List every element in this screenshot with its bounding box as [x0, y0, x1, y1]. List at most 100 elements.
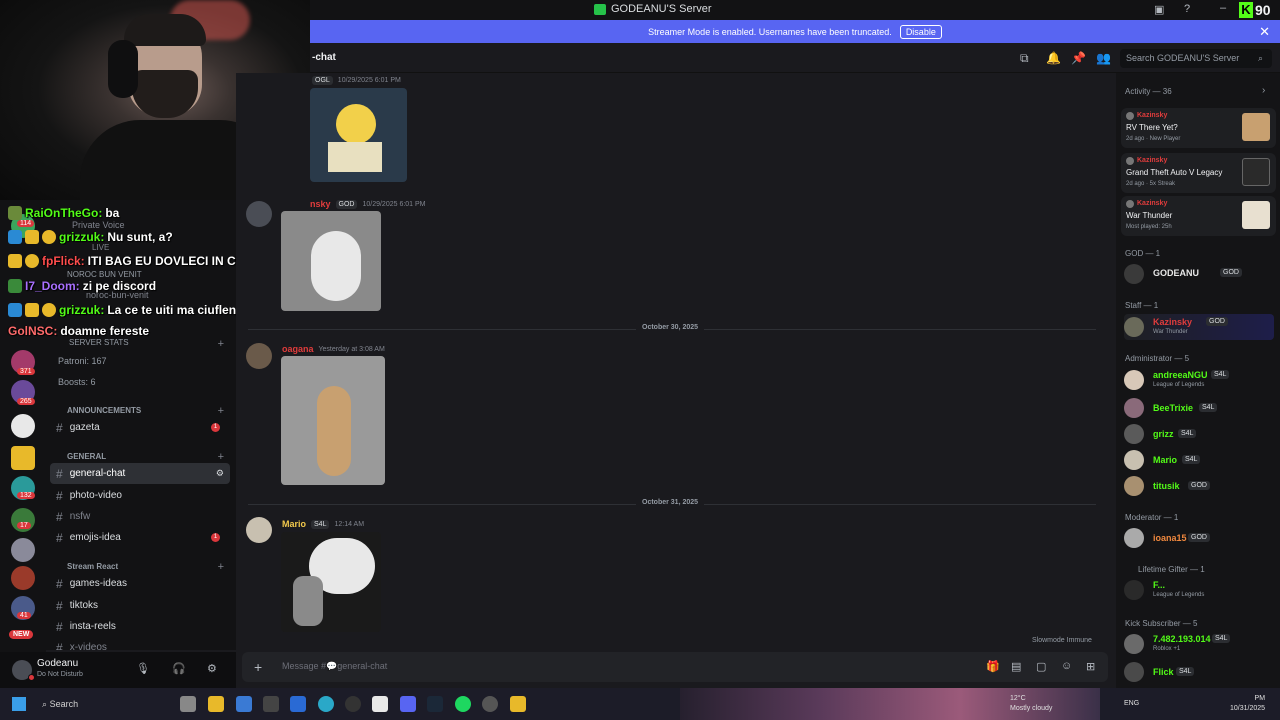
channel-gazeta[interactable]: # gazeta 1: [50, 417, 230, 438]
apps-icon[interactable]: ⊞: [1086, 660, 1095, 673]
member-row[interactable]: Mario S4L: [1124, 447, 1274, 473]
emoji-icon[interactable]: ☺: [1061, 660, 1072, 672]
channel-private-voice[interactable]: Private Voice: [72, 220, 125, 230]
app-icon[interactable]: [263, 696, 279, 712]
channel-photo-video[interactable]: # photo-video: [50, 485, 230, 506]
rockstar-icon[interactable]: [510, 696, 526, 712]
task-view-icon[interactable]: [180, 696, 196, 712]
date-divider-label: October 31, 2025: [636, 499, 705, 506]
mention-badge: 371: [17, 368, 35, 375]
avatar[interactable]: [246, 201, 272, 227]
section-staff: Staff — 1: [1125, 301, 1159, 310]
member-row[interactable]: andreeaNGU S4L League of Legends: [1124, 367, 1274, 393]
headphones-icon[interactable]: 🎧: [172, 662, 186, 675]
channel-nsfw[interactable]: # nsfw: [50, 506, 230, 527]
avatar[interactable]: [246, 343, 272, 369]
member-row[interactable]: GODEANU GOD: [1124, 261, 1274, 287]
add-channel-icon[interactable]: +: [218, 338, 224, 350]
close-icon[interactable]: ✕: [1259, 24, 1270, 40]
category-noroc[interactable]: NOROC BUN VENIT: [67, 270, 142, 279]
settings-icon[interactable]: ⚙: [207, 662, 217, 675]
member-row[interactable]: 7.482.193.014 S4L Roblox +1: [1124, 631, 1274, 657]
gift-icon[interactable]: 🎁: [986, 660, 1000, 673]
server-icon[interactable]: [11, 414, 35, 438]
section-gifter: Lifetime Gifter — 1: [1138, 565, 1205, 574]
message-author[interactable]: nsky: [310, 199, 331, 209]
avatar[interactable]: [246, 517, 272, 543]
server-icon: [594, 3, 606, 15]
activity-header[interactable]: Activity — 36: [1125, 87, 1172, 96]
attach-icon[interactable]: +: [254, 659, 262, 675]
spotify-icon[interactable]: [455, 696, 471, 712]
search-input[interactable]: Search GODEANU'S Server: [1120, 49, 1272, 68]
bell-icon[interactable]: 🔔: [1046, 51, 1061, 65]
avatar: [1126, 200, 1134, 208]
help-icon[interactable]: ?: [1184, 3, 1190, 15]
app-icon[interactable]: [372, 696, 388, 712]
channel-emojis-idea[interactable]: # emojis-idea 1: [50, 527, 230, 548]
member-row[interactable]: Flick S4L: [1124, 659, 1274, 685]
members-icon[interactable]: 👥: [1096, 51, 1111, 65]
message-image[interactable]: [281, 356, 385, 485]
add-channel-icon[interactable]: +: [218, 561, 224, 573]
activity-card[interactable]: Kazinsky RV There Yet? 2d ago · New Play…: [1121, 108, 1276, 148]
message-image[interactable]: [310, 88, 407, 182]
user-name[interactable]: Godeanu: [37, 658, 78, 669]
server-icon[interactable]: [11, 538, 35, 562]
sticker-icon[interactable]: ▢: [1036, 660, 1046, 673]
app-icon[interactable]: [236, 696, 252, 712]
minimize-icon[interactable]: –: [1220, 2, 1226, 14]
add-channel-icon[interactable]: +: [218, 451, 224, 463]
message-input[interactable]: Message #💬general-chat: [282, 661, 387, 672]
disable-button[interactable]: Disable: [899, 24, 942, 39]
hash-icon: #: [56, 420, 63, 435]
channel-games-ideas[interactable]: # games-ideas: [50, 573, 230, 594]
member-row[interactable]: F... League of Legends: [1124, 577, 1274, 603]
category-general[interactable]: GENERAL: [67, 452, 106, 461]
message-image[interactable]: [281, 211, 381, 311]
discord-icon[interactable]: [400, 696, 416, 712]
channel-x-videos[interactable]: # x-videos: [50, 637, 230, 651]
edge-icon[interactable]: [318, 696, 334, 712]
pin-icon[interactable]: 📌: [1071, 51, 1086, 65]
channel-tiktoks[interactable]: # tiktoks: [50, 595, 230, 616]
member-row[interactable]: grizz S4L: [1124, 421, 1274, 447]
member-row[interactable]: titusik GOD: [1124, 473, 1274, 499]
message-author[interactable]: oagana: [282, 344, 314, 354]
category-announcements[interactable]: ANNOUNCEMENTS: [67, 406, 141, 415]
taskbar-search[interactable]: ⌕ Search: [34, 694, 174, 714]
avatar: [1124, 424, 1144, 444]
settings-icon[interactable]: ⚙: [216, 468, 224, 479]
file-explorer-icon[interactable]: [208, 696, 224, 712]
app-icon[interactable]: [345, 696, 361, 712]
folder-icon[interactable]: [11, 446, 35, 470]
member-row[interactable]: BeeTrixie S4L: [1124, 395, 1274, 421]
cat-figure: [311, 231, 361, 301]
server-icon[interactable]: [11, 566, 35, 590]
message-composer[interactable]: + Message #💬general-chat 🎁 ▤ ▢ ☺ ⊞: [242, 652, 1108, 682]
activity-card[interactable]: Kazinsky War Thunder Most played: 25h: [1121, 196, 1276, 236]
gif-icon[interactable]: ▤: [1011, 660, 1021, 673]
clock[interactable]: PM 10/31/2025: [1230, 694, 1265, 714]
inbox-icon[interactable]: ▣: [1154, 3, 1164, 16]
message-image[interactable]: [281, 532, 381, 632]
microphone-icon[interactable]: 🎙: [136, 662, 150, 675]
chevron-right-icon[interactable]: ›: [1262, 85, 1265, 96]
member-row[interactable]: ioana15 GOD: [1124, 525, 1274, 551]
add-channel-icon[interactable]: +: [218, 405, 224, 417]
activity-card[interactable]: Kazinsky Grand Theft Auto V Legacy 2d ag…: [1121, 153, 1276, 193]
threads-icon[interactable]: ⧉: [1020, 51, 1029, 66]
steam-icon[interactable]: [427, 696, 443, 712]
app-icon[interactable]: [482, 696, 498, 712]
weather-widget[interactable]: 12°C Mostly cloudy: [1010, 694, 1052, 714]
app-icon[interactable]: [290, 696, 306, 712]
language-indicator[interactable]: ENG: [1124, 700, 1139, 707]
role-tag: S4L: [1182, 455, 1201, 464]
member-row[interactable]: Kazinsky GOD War Thunder: [1124, 314, 1274, 340]
channel-insta-reels[interactable]: # insta-reels: [50, 616, 230, 637]
category-stream-react[interactable]: Stream React: [67, 562, 118, 571]
channel-general-chat[interactable]: # general-chat ⚙: [50, 463, 230, 484]
message-author[interactable]: Mario: [282, 519, 306, 529]
category-server-stats[interactable]: SERVER STATS: [69, 338, 129, 347]
windows-start-icon[interactable]: [12, 697, 26, 711]
